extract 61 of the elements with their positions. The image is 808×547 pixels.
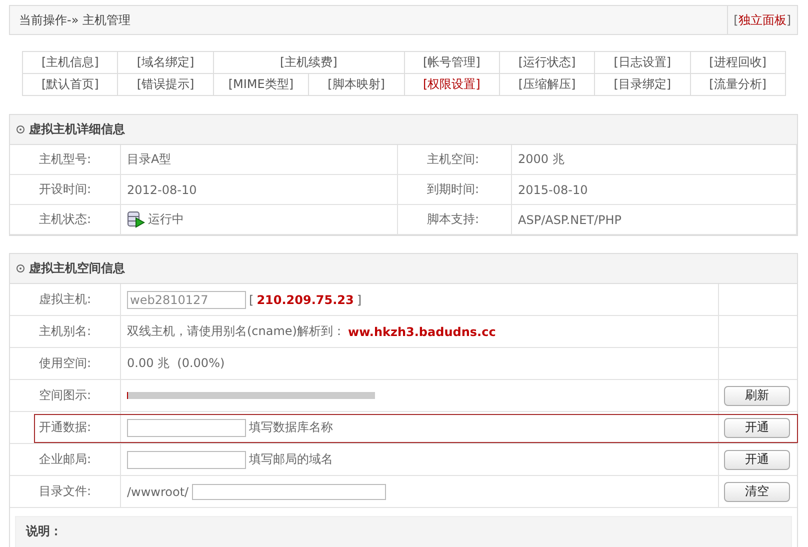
nav-link[interactable]: [默认首页]	[22, 74, 118, 96]
input-field[interactable]	[127, 450, 246, 468]
field-value: 2012-08-10	[127, 182, 197, 196]
action-button[interactable]: 开通	[724, 450, 790, 470]
field-label: 空间图示:	[39, 387, 92, 404]
nav-link[interactable]: [域名绑定]	[118, 52, 214, 74]
server-running-icon	[127, 211, 145, 228]
field-label: 脚本支持:	[427, 211, 480, 228]
action-button[interactable]: 清空	[724, 482, 790, 502]
path-field[interactable]	[192, 484, 386, 500]
field-label: 主机状态:	[39, 211, 92, 228]
field-label: 到期时间:	[427, 181, 480, 198]
field-label: 开通数据:	[39, 419, 92, 436]
action-button[interactable]: 刷新	[724, 386, 790, 406]
bracket: [	[249, 292, 254, 306]
field-label: 目录文件:	[39, 483, 92, 500]
nav-link[interactable]: [主机信息]	[22, 52, 118, 74]
nav-link[interactable]: [帐号管理]	[404, 52, 500, 74]
section-title: 虚拟主机详细信息	[29, 121, 125, 138]
nav-link[interactable]: [目录绑定]	[594, 74, 690, 96]
nav-link[interactable]: [压缩解压]	[499, 74, 595, 96]
field-hint: 填写数据库名称	[249, 419, 333, 436]
field-label: 主机空间:	[427, 151, 480, 168]
collapse-icon	[16, 125, 25, 134]
alias-domain: ww.hkzh3.badudns.cc	[348, 324, 496, 338]
field-label: 企业邮局:	[39, 451, 92, 468]
bracket: [	[734, 13, 738, 27]
nav-link[interactable]: [权限设置]	[404, 74, 500, 96]
section-title: 虚拟主机空间信息	[29, 260, 125, 277]
field-value: 目录A型	[127, 151, 172, 168]
alias-hint: 双线主机，请使用别名(cname)解析到：	[127, 323, 345, 340]
nav-link[interactable]: [日志设置]	[594, 52, 690, 74]
field-value: ASP/ASP.NET/PHP	[518, 212, 622, 226]
nav-link[interactable]: [流量分析]	[690, 74, 786, 96]
action-button[interactable]: 开通	[724, 418, 790, 438]
field-label: 主机别名:	[39, 323, 92, 340]
nav-link[interactable]: [脚本映射]	[308, 74, 404, 96]
field-label: 开设时间:	[39, 181, 92, 198]
collapse-icon	[16, 264, 25, 273]
nav-link[interactable]: [MIME类型]	[213, 74, 309, 96]
nav-link[interactable]: [进程回收]	[690, 52, 786, 74]
path-prefix: /wwwroot/	[127, 484, 189, 498]
field-label: 主机型号:	[39, 151, 92, 168]
bracket: ]	[356, 292, 362, 306]
host-name-field[interactable]: web2810127	[127, 290, 246, 308]
nav-link[interactable]: [运行状态]	[499, 52, 595, 74]
input-field[interactable]	[127, 418, 246, 436]
ip-address: 210.209.75.23	[256, 292, 354, 306]
field-value: 2015-08-10	[518, 182, 588, 196]
note-title: 说明：	[26, 524, 62, 538]
field-value: 0.00 兆 (0.00%)	[127, 355, 225, 372]
field-hint: 填写邮局的域名	[249, 451, 333, 468]
bracket: ]	[786, 13, 791, 27]
standalone-panel-link[interactable]: 独立面板	[738, 12, 786, 28]
field-value: 2000 兆	[518, 151, 564, 168]
nav-link[interactable]: [主机续费]	[213, 52, 404, 74]
nav-link[interactable]: [错误提示]	[118, 74, 214, 96]
field-label: 虚拟主机:	[39, 291, 92, 308]
field-label: 使用空间:	[39, 355, 92, 372]
field-value: 运行中	[148, 211, 184, 228]
breadcrumb: 当前操作-» 主机管理	[18, 12, 132, 29]
